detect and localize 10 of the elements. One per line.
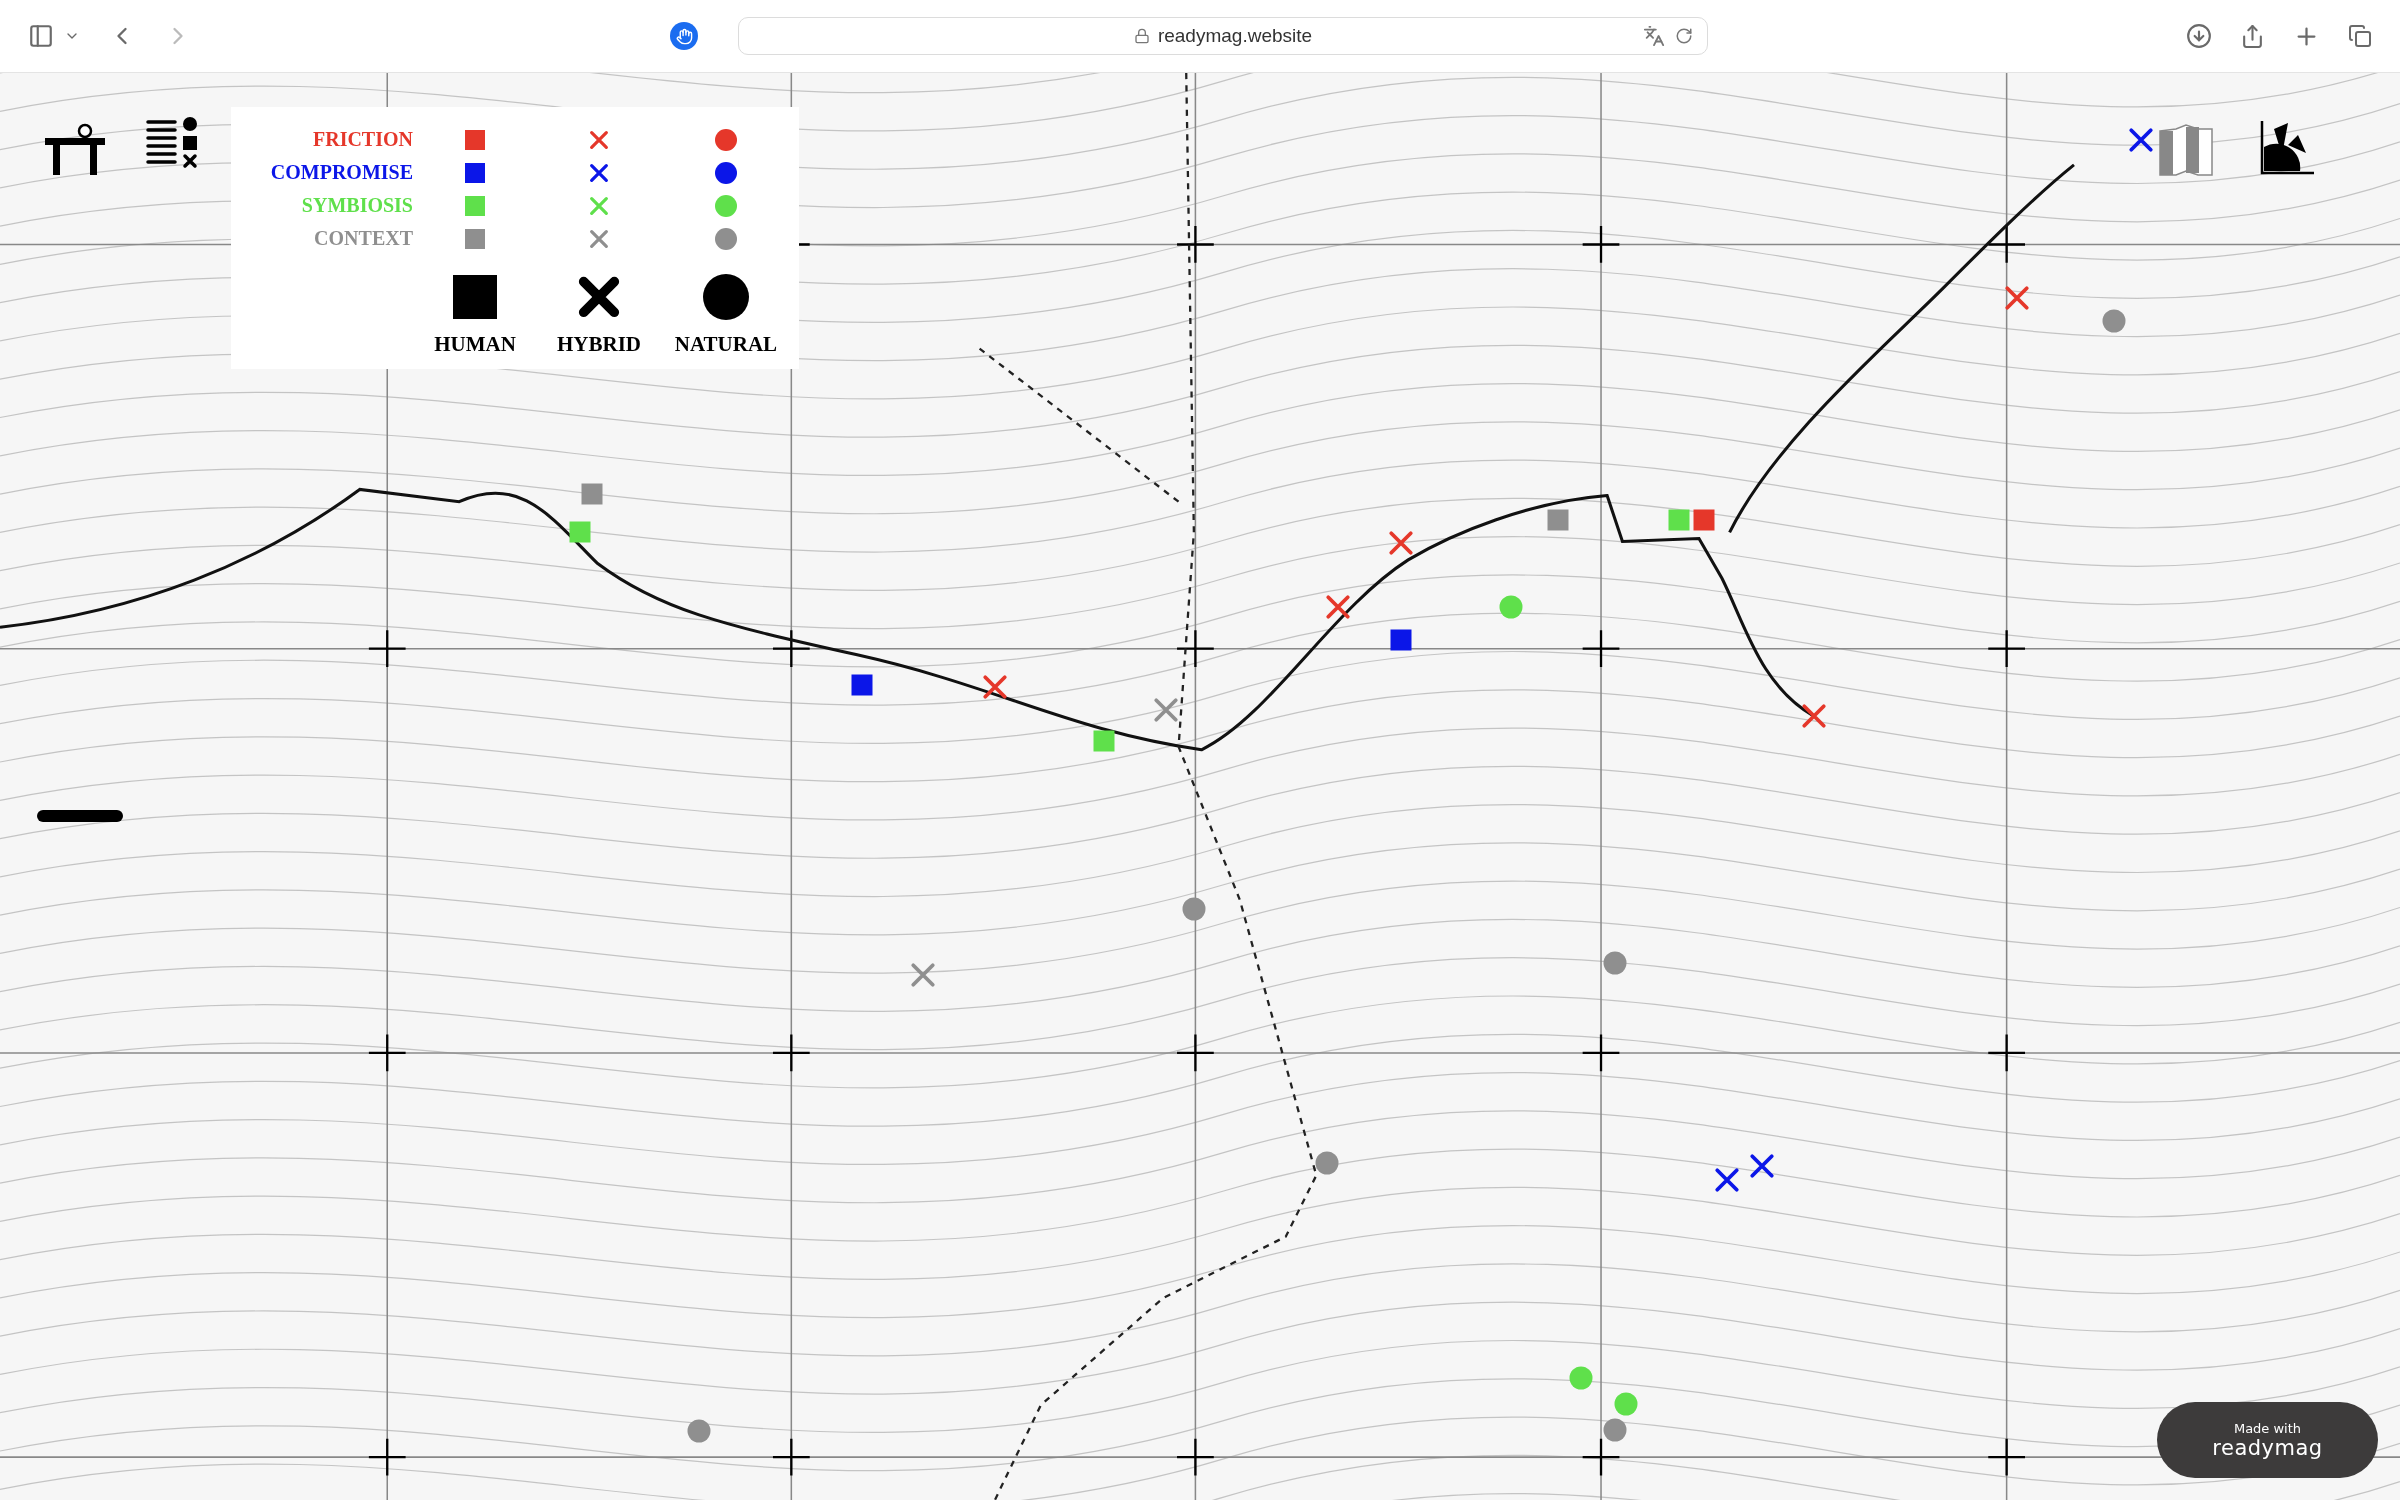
- category-label: SYMBIOSIS: [301, 194, 413, 217]
- type-label: NATURAL: [674, 331, 778, 357]
- category-label: FRICTION: [313, 128, 413, 151]
- category-label: CONTEXT: [314, 227, 413, 250]
- address-field[interactable]: readymag.website: [738, 17, 1708, 55]
- address-text: readymag.website: [1157, 25, 1313, 47]
- type-label: HUMAN: [434, 331, 516, 357]
- type-label: HYBRID: [557, 331, 641, 357]
- category-label: COMPROMISE: [270, 161, 413, 184]
- made-with-badge[interactable]: Made with readymag: [2157, 1402, 2378, 1478]
